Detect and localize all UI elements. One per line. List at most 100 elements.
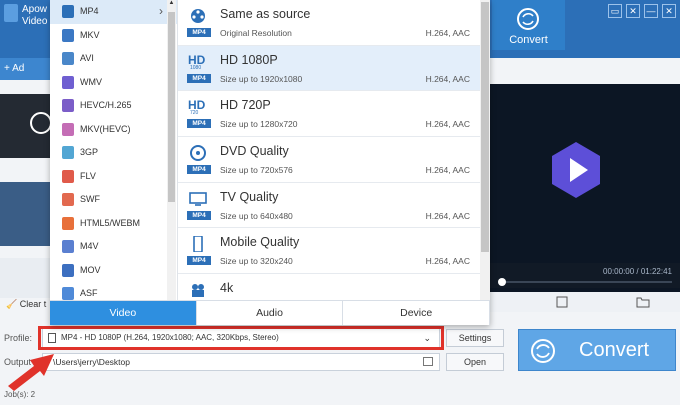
open-button[interactable]: Open <box>446 353 504 371</box>
chevron-right-icon: › <box>159 4 163 18</box>
film-reel-icon: MP4 <box>187 7 211 37</box>
format-label: HEVC/H.265 <box>80 100 132 110</box>
format-list-scrollbar[interactable]: ▲ <box>167 0 176 300</box>
convert-icon <box>531 339 555 363</box>
quality-codec: H.264, AAC <box>425 28 470 38</box>
output-path-value: \Users\jerry\Desktop <box>53 357 130 367</box>
quality-size: Size up to 320x240 <box>220 256 293 267</box>
folder-icon[interactable] <box>636 296 650 308</box>
seek-handle[interactable] <box>498 278 506 286</box>
format-item-m4v[interactable]: M4V <box>50 235 177 259</box>
format-label: WMV <box>80 76 102 87</box>
format-item-mkv[interactable]: MKV <box>50 24 177 48</box>
quality-name: DVD Quality <box>220 144 289 159</box>
quality-scroll-thumb[interactable] <box>481 2 489 252</box>
quality-list-scrollbar[interactable] <box>480 0 490 300</box>
quality-name: HD 720P <box>220 98 271 113</box>
tab-video[interactable]: Video <box>50 301 197 325</box>
quality-item-hd-720p[interactable]: HD 720 MP4 HD 720P Size up to 1280x720 H.264,… <box>178 91 480 138</box>
scroll-up-icon[interactable]: ▲ <box>167 0 176 9</box>
window-control-2[interactable]: ✕ <box>626 4 640 18</box>
quality-size: Size up to 720x576 <box>220 165 293 176</box>
format-item-hevc-h-265[interactable]: HEVC/H.265 <box>50 94 177 118</box>
preview-toolbar <box>490 292 680 312</box>
format-item-avi[interactable]: AVI <box>50 47 177 71</box>
browse-folder-icon[interactable] <box>423 357 433 366</box>
broom-icon: 🧹 <box>6 299 18 309</box>
format-item-html5-webm[interactable]: HTML5/WEBM <box>50 212 177 236</box>
format-icon <box>62 28 74 42</box>
camera-icon: MP4 <box>187 281 211 300</box>
format-icon <box>62 122 74 136</box>
format-item-mov[interactable]: MOV <box>50 259 177 283</box>
preview-play-icon[interactable] <box>546 140 606 200</box>
seek-bar[interactable] <box>500 281 672 283</box>
hd-1080-icon: HD 1080 MP4 <box>187 53 211 83</box>
format-item-flv[interactable]: FLV <box>50 165 177 189</box>
format-item-mp4[interactable]: MP4 › <box>50 0 177 24</box>
format-scroll-thumb[interactable] <box>168 12 175 202</box>
screenshot-icon[interactable] <box>556 296 568 308</box>
format-label: SWF <box>80 194 100 204</box>
format-label: MKV(HEVC) <box>80 123 131 134</box>
format-icon <box>62 99 74 112</box>
quality-item-dvd-quality[interactable]: MP4 DVD Quality Size up to 720x576 H.264, A… <box>178 137 480 183</box>
format-label: MKV <box>80 29 100 40</box>
format-label: MOV <box>80 264 101 275</box>
video-thumbnail-1[interactable] <box>0 94 52 158</box>
quality-item-mobile-quality[interactable]: MP4 Mobile Quality Size up to 320x240 H.264… <box>178 228 480 275</box>
add-file-button[interactable]: + Ad <box>0 58 50 80</box>
output-path-field[interactable]: \Users\jerry\Desktop <box>42 353 440 371</box>
video-thumbnail-2[interactable] <box>0 182 50 246</box>
format-icon <box>62 263 74 277</box>
toolbar-convert-label: Convert <box>509 34 548 46</box>
quality-codec: H.264, AAC <box>425 73 470 84</box>
quality-size: Size up to 640x480 <box>220 210 293 221</box>
format-label: AVI <box>80 53 94 63</box>
format-label: M4V <box>80 241 99 251</box>
convert-button[interactable]: Convert <box>518 329 676 371</box>
toolbar-convert-button[interactable]: Convert <box>492 0 565 50</box>
format-label: 3GP <box>80 147 99 157</box>
format-badge: MP4 <box>187 73 211 83</box>
format-dropdown: MP4 › MKV AVI WMV HEVC/H.265 MKV(HEVC) 3GP FLV SW… <box>50 0 491 325</box>
format-badge: MP4 <box>187 119 211 129</box>
quality-codec: H.264, AAC <box>425 165 470 176</box>
quality-name: Same as source <box>220 7 311 21</box>
window-control-3[interactable]: — <box>644 4 658 18</box>
window-control-1[interactable]: ▭ <box>608 4 622 18</box>
window-control-4[interactable]: ✕ <box>662 4 676 18</box>
tv-icon: MP4 <box>187 190 211 220</box>
quality-item-tv-quality[interactable]: MP4 TV Quality Size up to 640x480 H.264, AA… <box>178 183 480 229</box>
disc-icon: MP4 <box>187 144 211 175</box>
format-item-asf[interactable]: ASF <box>50 282 177 300</box>
list-area <box>0 258 50 298</box>
quality-item-same-as-source[interactable]: MP4 Same as source Original Resolution H.26… <box>178 0 480 46</box>
profile-label: Profile: <box>4 333 33 343</box>
settings-button[interactable]: Settings <box>446 329 504 347</box>
format-icon <box>62 75 74 89</box>
quality-name: 4k <box>220 281 234 296</box>
player-time: 00:00:00 / 01:22:41 <box>603 267 672 276</box>
tab-audio[interactable]: Audio <box>196 301 344 325</box>
category-tabs: Video Audio Device <box>50 300 491 325</box>
clear-button[interactable]: 🧹 Clear t <box>0 294 50 314</box>
quality-item-hd-1080p[interactable]: HD 1080 MP4 HD 1080P Size up to 1920x1080 H.2… <box>178 45 480 92</box>
video-preview <box>490 84 680 292</box>
format-label: MP4 <box>80 6 99 16</box>
format-item-wmv[interactable]: WMV <box>50 71 177 95</box>
format-item-3gp[interactable]: 3GP <box>50 141 177 165</box>
format-icon <box>62 5 74 18</box>
format-icon <box>62 287 74 300</box>
format-item-mkv-hevc-[interactable]: MKV(HEVC) <box>50 118 177 142</box>
format-item-swf[interactable]: SWF <box>50 188 177 212</box>
format-badge: MP4 <box>187 165 211 175</box>
quality-name: HD 1080P <box>220 52 278 67</box>
format-badge: MP4 <box>187 28 211 37</box>
quality-size: Size up to 1920x1080 <box>220 73 303 84</box>
format-icon <box>62 52 74 65</box>
quality-size: Original Resolution <box>220 28 292 38</box>
quality-size: Size up to 1280x720 <box>220 119 298 130</box>
tab-device[interactable]: Device <box>343 301 491 325</box>
quality-item-4k[interactable]: MP44kSize up to 4096x2160H.264, AAC <box>178 274 480 300</box>
